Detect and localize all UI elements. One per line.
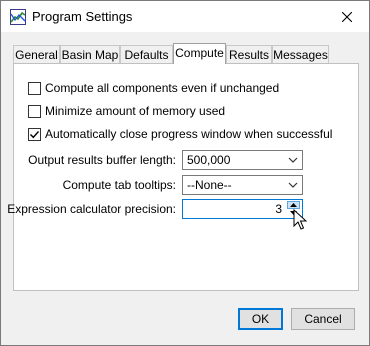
auto-close-checkbox[interactable] — [28, 127, 41, 141]
minimize-memory-checkbox-row[interactable]: Minimize amount of memory used — [28, 103, 225, 119]
buffer-length-label: Output results buffer length: — [28, 153, 176, 167]
precision-value: 3 — [275, 202, 282, 216]
window-title: Program Settings — [32, 9, 133, 24]
ok-button[interactable]: OK — [238, 308, 283, 330]
compute-all-checkbox-row[interactable]: Compute all components even if unchanged — [28, 80, 279, 96]
close-icon — [342, 11, 352, 22]
cancel-button[interactable]: Cancel — [291, 308, 355, 330]
chart-app-icon — [10, 9, 26, 25]
minimize-memory-checkbox[interactable] — [28, 104, 41, 118]
tooltips-label: Compute tab tooltips: — [62, 178, 176, 192]
compute-all-checkbox[interactable] — [28, 81, 41, 95]
title-bar: Program Settings — [1, 1, 369, 32]
compute-all-label: Compute all components even if unchanged — [45, 81, 280, 95]
tab-defaults[interactable]: Defaults — [120, 45, 173, 63]
auto-close-checkbox-row[interactable]: Automatically close progress window when… — [28, 126, 332, 142]
spin-up-button[interactable] — [287, 201, 300, 209]
minimize-memory-label: Minimize amount of memory used — [45, 104, 226, 118]
tooltips-select[interactable]: --None-- — [182, 175, 303, 195]
buffer-length-select[interactable]: 500,000 — [182, 150, 303, 170]
tab-results[interactable]: Results — [226, 45, 272, 63]
tab-messages[interactable]: Messages — [272, 45, 329, 63]
chevron-down-icon — [288, 157, 298, 163]
spin-up-arrow-icon — [290, 203, 297, 207]
buffer-length-value: 500,000 — [187, 153, 231, 167]
checkmark-icon — [30, 130, 40, 138]
tab-basin-map[interactable]: Basin Map — [60, 45, 120, 63]
precision-label: Expression calculator precision: — [7, 202, 176, 216]
chevron-down-icon — [288, 182, 298, 188]
tooltips-value: --None-- — [187, 178, 232, 192]
precision-spinner[interactable]: 3 — [182, 199, 303, 219]
tab-compute[interactable]: Compute — [173, 43, 226, 64]
auto-close-label: Automatically close progress window when… — [45, 127, 333, 141]
tab-general[interactable]: General — [13, 45, 60, 63]
settings-dialog: Program Settings General Basin Map Defau… — [0, 0, 370, 346]
mouse-pointer-icon — [293, 209, 307, 230]
close-button[interactable] — [325, 1, 369, 32]
